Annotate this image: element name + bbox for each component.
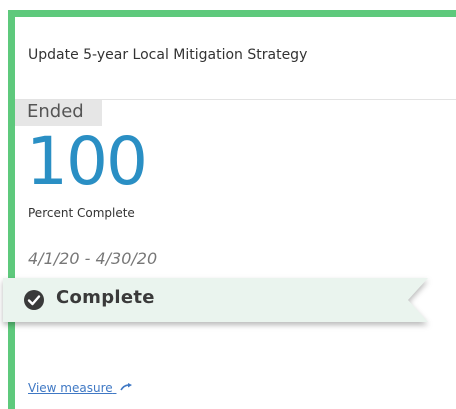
card-title: Update 5-year Local Mitigation Strategy — [28, 47, 308, 63]
check-circle-icon — [23, 289, 45, 311]
view-measure-label: View measure — [28, 381, 113, 395]
view-measure-link[interactable]: View measure — [28, 381, 133, 395]
status-ribbon: Complete — [3, 278, 428, 322]
metric-label: Percent Complete — [28, 206, 135, 220]
card-accent-left-border — [8, 10, 15, 409]
date-range: 4/1/20 - 4/30/20 — [28, 249, 158, 268]
ribbon-status-label: Complete — [56, 287, 155, 308]
measure-card: Update 5-year Local Mitigation Strategy … — [0, 0, 456, 409]
percent-value: 100 — [26, 123, 148, 200]
card-accent-top-border — [8, 10, 456, 17]
arrow-right-icon — [120, 381, 133, 395]
status-chip-label: Ended — [27, 101, 84, 122]
